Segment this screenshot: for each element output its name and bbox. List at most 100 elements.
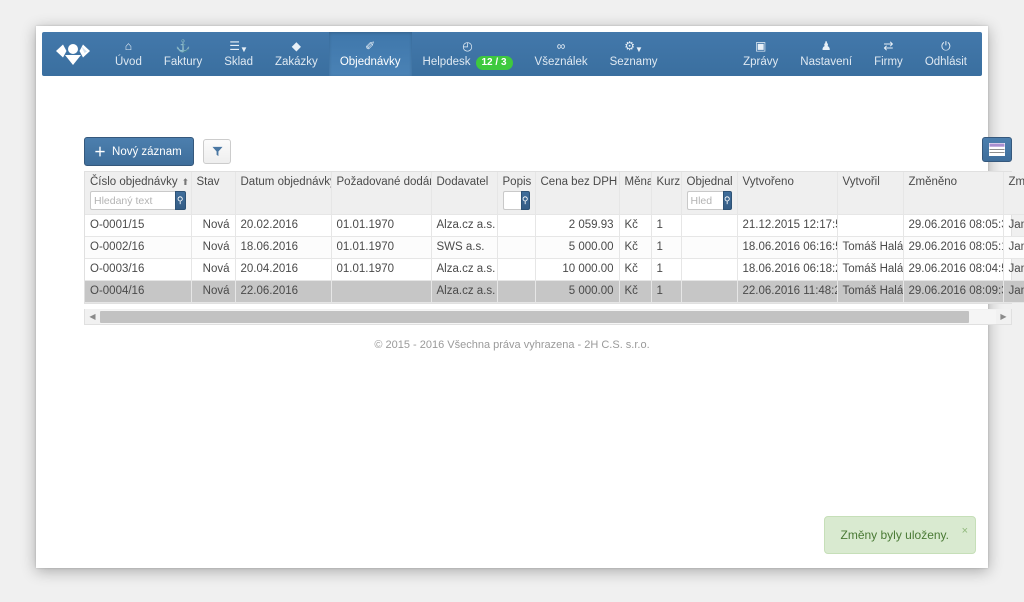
success-toast[interactable]: Změny byly uloženy. × <box>824 516 977 554</box>
nav-item-seznamy[interactable]: ⚙▼Seznamy <box>599 32 669 76</box>
column-header-label-wrap: Popis <box>503 176 530 188</box>
nav-item-odhl-sit[interactable]: ⏻Odhlásit <box>914 32 978 76</box>
filter-input-cislo[interactable] <box>90 191 175 210</box>
grid-view-toggle-button[interactable] <box>982 137 1012 162</box>
nav-item-label: Zakázky <box>275 56 318 69</box>
column-header-dodani[interactable]: Požadované dodání <box>331 172 431 214</box>
column-header-stav[interactable]: Stav <box>191 172 235 214</box>
column-header-cena[interactable]: Cena bez DPH <box>535 172 619 214</box>
orders-table: Číslo objednávky⬆⚲StavDatum objednávkyPo… <box>85 172 1024 303</box>
brand-logo[interactable] <box>42 32 104 76</box>
column-header-vytvoreno[interactable]: Vytvořeno <box>737 172 837 214</box>
cell-dodani <box>331 280 431 302</box>
column-header-label-wrap: Číslo objednávky⬆ <box>90 176 186 188</box>
cell-zmeneno: 29.06.2016 08:04:53 <box>903 258 1003 280</box>
funnel-icon <box>212 146 223 157</box>
column-header-popis[interactable]: Popis ⚲ <box>497 172 535 214</box>
cell-cena: 10 000.00 <box>535 258 619 280</box>
column-filter-cislo: ⚲ <box>90 191 186 210</box>
column-header-objednal[interactable]: Objednal ⚲ <box>681 172 737 214</box>
nav-item-label: Objednávky <box>340 56 401 69</box>
nav-item-v-ezn-lek[interactable]: ∞Všeználek <box>524 32 599 76</box>
filter-input-objednal[interactable] <box>687 191 723 210</box>
cell-cislo: O-0004/16 <box>85 280 191 302</box>
nav-item-sklad[interactable]: ☰▼Sklad <box>213 32 264 76</box>
cell-mena: Kč <box>619 280 651 302</box>
scroll-right-arrow[interactable]: ▶ <box>996 310 1011 324</box>
filter-search-icon-cislo[interactable]: ⚲ <box>175 191 186 210</box>
column-header-dodavatel[interactable]: Dodavatel <box>431 172 497 214</box>
toast-close-icon[interactable]: × <box>962 525 968 537</box>
cell-mena: Kč <box>619 214 651 236</box>
column-header-cislo[interactable]: Číslo objednávky⬆ ⚲ <box>85 172 191 214</box>
filter-search-icon-popis[interactable]: ⚲ <box>521 191 530 210</box>
table-row[interactable]: O-0001/15Nová20.02.201601.01.1970Alza.cz… <box>85 214 1024 236</box>
gear-icon: ⚙▼ <box>624 40 643 55</box>
scrollbar-thumb[interactable] <box>100 311 969 323</box>
column-header-text: Vytvořil <box>843 176 880 188</box>
cell-zmenil: Jan <box>1003 280 1024 302</box>
sort-ascending-icon[interactable]: ⬆ <box>182 177 191 188</box>
filter-button[interactable] <box>203 139 231 164</box>
cell-vytvoreno: 18.06.2016 06:16:51 <box>737 236 837 258</box>
cell-objednal <box>681 214 737 236</box>
cell-zmenil: Jan <box>1003 258 1024 280</box>
cell-kurz: 1 <box>651 214 681 236</box>
cell-cena: 5 000.00 <box>535 236 619 258</box>
navbar-primary-items: ⌂Úvod⚓Faktury☰▼Sklad◆Zakázky✐Objednávky◴… <box>104 32 669 76</box>
nav-item-text: Odhlásit <box>925 56 967 69</box>
column-header-label-wrap: Kurz <box>657 176 676 188</box>
new-record-button[interactable]: ＋ Nový záznam <box>84 137 194 166</box>
orders-table-container: Číslo objednávky⬆⚲StavDatum objednávkyPo… <box>84 171 1012 304</box>
column-header-text: Kurz <box>657 176 681 188</box>
nav-item-firmy[interactable]: ⇄Firmy <box>863 32 914 76</box>
column-header-zmeneno[interactable]: Změněno <box>903 172 1003 214</box>
cell-dodavatel: Alza.cz a.s. <box>431 258 497 280</box>
column-header-label-wrap: Objednal <box>687 176 732 188</box>
table-row[interactable]: O-0003/16Nová20.04.201601.01.1970Alza.cz… <box>85 258 1024 280</box>
nav-item-label: Seznamy <box>610 56 658 69</box>
nav-item-faktury[interactable]: ⚓Faktury <box>153 32 213 76</box>
nav-item-helpdesk[interactable]: ◴Helpdesk12 / 3 <box>412 32 524 76</box>
cell-cena: 2 059.93 <box>535 214 619 236</box>
cell-vytvoreno: 21.12.2015 12:17:50 <box>737 214 837 236</box>
column-header-mena[interactable]: Měna <box>619 172 651 214</box>
filter-input-popis[interactable] <box>503 191 521 210</box>
orders-table-header-row: Číslo objednávky⬆⚲StavDatum objednávkyPo… <box>85 172 1024 214</box>
column-header-text: Stav <box>197 176 220 188</box>
column-header-datum[interactable]: Datum objednávky <box>235 172 331 214</box>
column-header-label-wrap: Cena bez DPH <box>541 176 614 188</box>
cell-vytvoreno: 18.06.2016 06:18:22 <box>737 258 837 280</box>
column-header-text: Změnil <box>1009 176 1024 188</box>
cell-popis <box>497 280 535 302</box>
cell-kurz: 1 <box>651 280 681 302</box>
cell-vytvoril: Tomáš Halász <box>837 236 903 258</box>
nav-item-zpr-vy[interactable]: ▣Zprávy <box>732 32 789 76</box>
table-horizontal-scrollbar[interactable]: ◀ ▶ <box>84 309 1012 325</box>
cell-datum: 20.04.2016 <box>235 258 331 280</box>
table-row[interactable]: O-0004/16Nová22.06.2016Alza.cz a.s.5 000… <box>85 280 1024 302</box>
cell-vytvoril: Tomáš Halász <box>837 280 903 302</box>
nav-item-label: Zprávy <box>743 56 778 69</box>
nav-item-label: Nastavení <box>800 56 852 69</box>
scroll-left-arrow[interactable]: ◀ <box>85 310 100 324</box>
filter-search-icon-objednal[interactable]: ⚲ <box>723 191 732 210</box>
scrollbar-track[interactable] <box>100 310 996 324</box>
column-header-label-wrap: Dodavatel <box>437 176 492 188</box>
cell-stav: Nová <box>191 258 235 280</box>
inbox-icon: ▣ <box>755 40 766 55</box>
nav-item-nastaven-[interactable]: ♟Nastavení <box>789 32 863 76</box>
cell-stav: Nová <box>191 236 235 258</box>
column-header-text: Změněno <box>909 176 958 188</box>
cell-vytvoril: Tomáš Halász <box>837 258 903 280</box>
nav-item-objedn-vky[interactable]: ✐Objednávky <box>329 32 412 76</box>
nav-item--vod[interactable]: ⌂Úvod <box>104 32 153 76</box>
glasses-icon: ∞ <box>557 40 566 55</box>
column-header-text: Datum objednávky <box>241 176 332 188</box>
column-header-zmenil[interactable]: Změnil <box>1003 172 1024 214</box>
column-header-kurz[interactable]: Kurz <box>651 172 681 214</box>
nav-item-zak-zky[interactable]: ◆Zakázky <box>264 32 329 76</box>
column-header-vytvoril[interactable]: Vytvořil <box>837 172 903 214</box>
table-row[interactable]: O-0002/16Nová18.06.201601.01.1970SWS a.s… <box>85 236 1024 258</box>
cell-zmenil: Jan <box>1003 236 1024 258</box>
